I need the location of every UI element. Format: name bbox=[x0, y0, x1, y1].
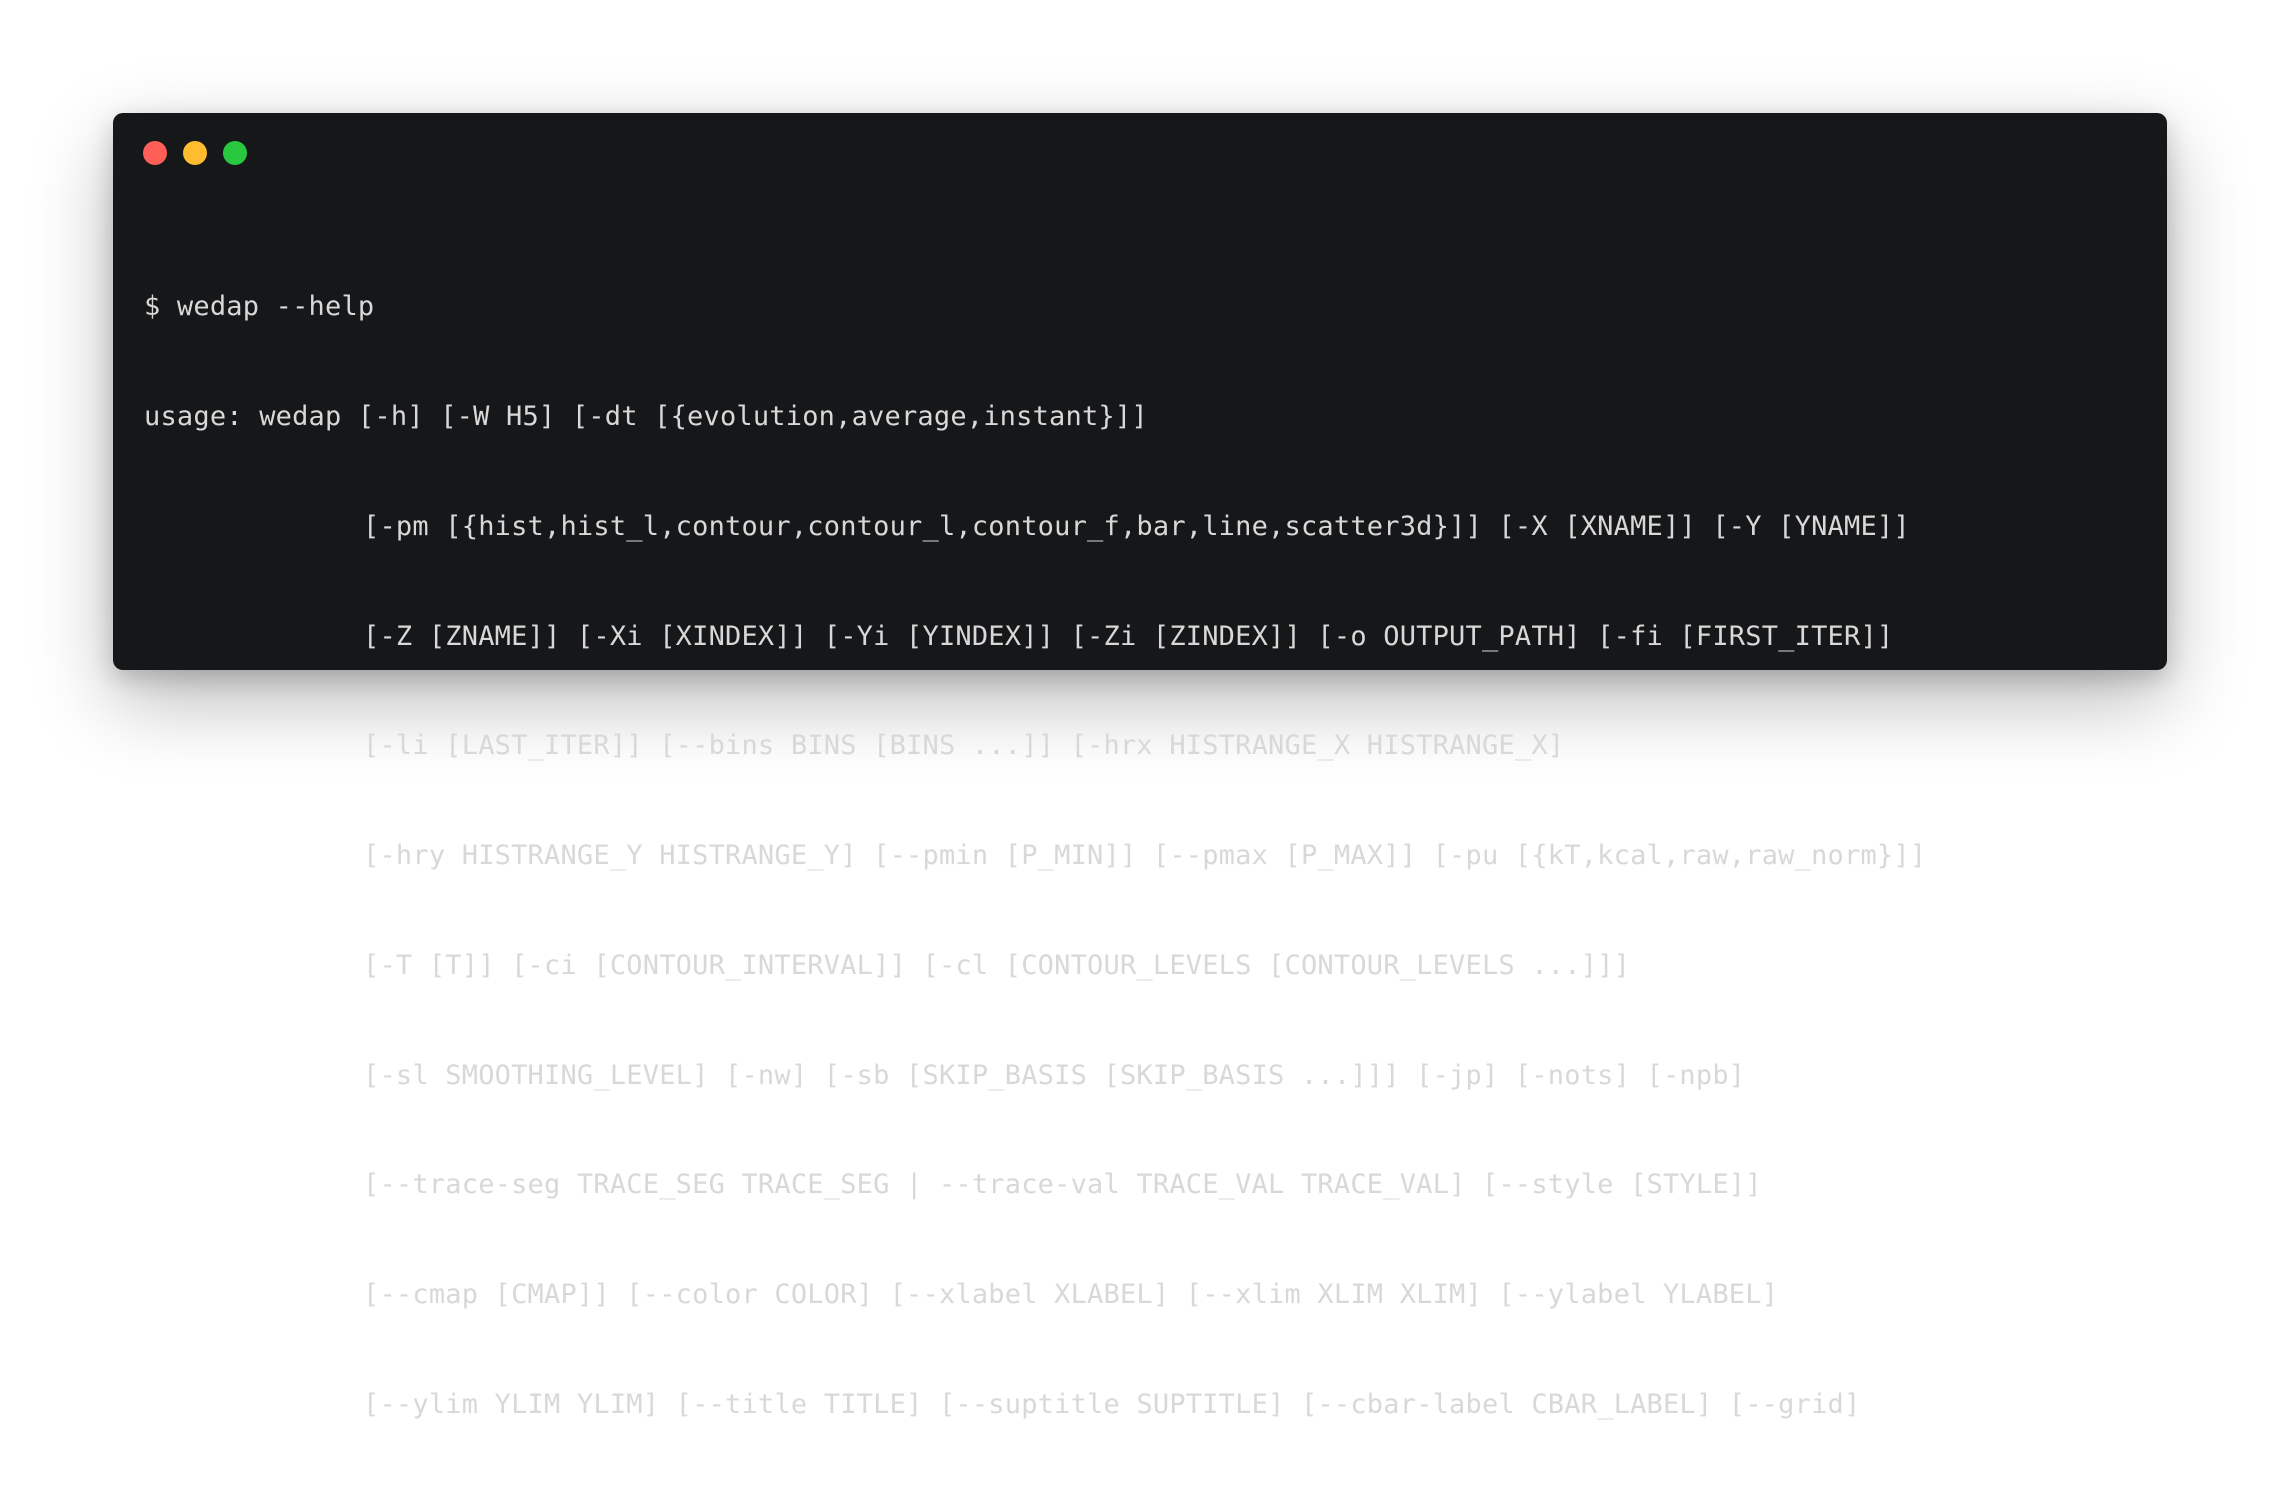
usage-line: [--cmap [CMAP]] [--color COLOR] [--xlabe… bbox=[363, 1279, 1779, 1311]
usage-line: [--trace-seg TRACE_SEG TRACE_SEG | --tra… bbox=[363, 1169, 1762, 1201]
zoom-window-button[interactable] bbox=[223, 141, 247, 165]
usage-line: [-hry HISTRANGE_Y HISTRANGE_Y] [--pmin [… bbox=[363, 840, 1927, 872]
terminal-window: $ wedap --help usage: wedap [-h] [-W H5]… bbox=[113, 113, 2167, 1420]
terminal-output: $ wedap --help usage: wedap [-h] [-W H5]… bbox=[144, 216, 2147, 1497]
usage-line: usage: wedap [-h] [-W H5] [-dt [{evoluti… bbox=[144, 400, 1148, 432]
usage-line: [--ylim YLIM YLIM] [--title TITLE] [--su… bbox=[363, 1389, 1861, 1420]
close-window-button[interactable] bbox=[143, 141, 167, 165]
usage-line: [-li [LAST_ITER]] [--bins BINS [BINS ...… bbox=[363, 730, 1565, 762]
usage-line: [-sl SMOOTHING_LEVEL] [-nw] [-sb [SKIP_B… bbox=[363, 1059, 1746, 1091]
window-controls bbox=[143, 141, 247, 165]
prompt-line: $ wedap --help bbox=[144, 291, 375, 323]
minimize-window-button[interactable] bbox=[183, 141, 207, 165]
usage-line: [-Z [ZNAME]] [-Xi [XINDEX]] [-Yi [YINDEX… bbox=[363, 620, 1894, 652]
usage-line: [-pm [{hist,hist_l,contour,contour_l,con… bbox=[363, 510, 1910, 542]
usage-line: [-T [T]] [-ci [CONTOUR_INTERVAL]] [-cl [… bbox=[363, 949, 1631, 981]
